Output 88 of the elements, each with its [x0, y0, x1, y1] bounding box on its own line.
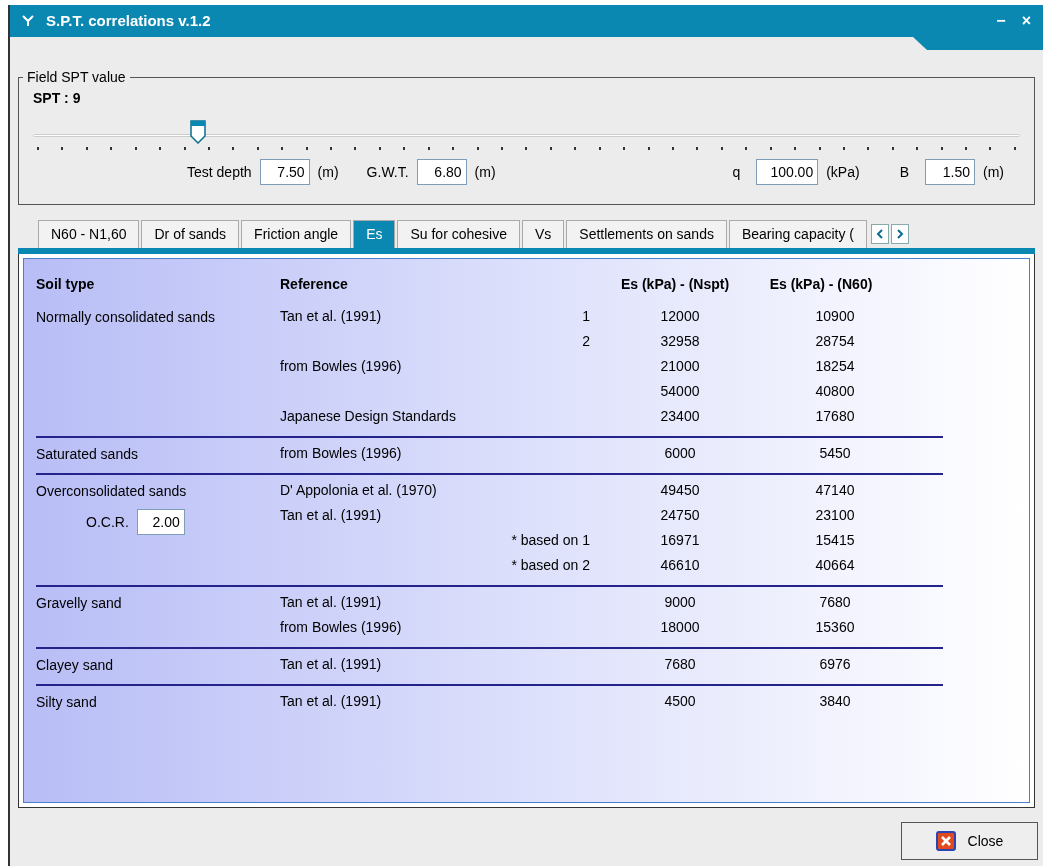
table-cell-text: 18254 — [814, 357, 856, 376]
table-cell-text: 18000 — [659, 618, 701, 637]
table-cell-text: 28754 — [814, 332, 856, 351]
number-field[interactable]: 2.00 — [136, 509, 185, 535]
scroll-right-button[interactable] — [890, 224, 909, 244]
table-cell-text: 7680 — [818, 593, 852, 612]
unit-label: (m) — [474, 162, 496, 182]
table-cell-text: 7680 — [663, 655, 697, 674]
table-cell-text: 24750 — [659, 506, 701, 525]
tab[interactable]: N60 - N1,60 — [38, 220, 140, 248]
number-field[interactable]: 1.50 — [925, 159, 975, 185]
column-header: Es (kPa) - (N60) — [768, 274, 874, 294]
unit-label: (kPa) — [826, 162, 860, 182]
table-cell-text: 16971 — [659, 531, 701, 550]
table-cell-text: 40800 — [814, 382, 856, 401]
tab[interactable]: Bearing capacity ( — [728, 220, 867, 248]
tab[interactable]: Vs — [521, 220, 565, 248]
unit-label: (m) — [983, 162, 1004, 182]
soil-type: Saturated sands — [36, 445, 139, 464]
input-label: G.W.T. — [366, 162, 409, 182]
number-field[interactable]: 7.50 — [259, 159, 310, 185]
spt-slider[interactable] — [33, 117, 1020, 153]
tab[interactable]: Es — [353, 220, 396, 248]
table-cell-text: 46610 — [659, 556, 701, 575]
close-window-button[interactable]: × — [1021, 9, 1031, 33]
table-cell-text: 47140 — [814, 481, 856, 500]
ocr-label: O.C.R. — [86, 512, 129, 532]
soil-type: Clayey sand — [36, 656, 115, 675]
column-header: Reference — [280, 274, 349, 294]
table-cell-text: 3840 — [818, 692, 852, 711]
soil-type: Gravelly sand — [36, 594, 123, 613]
reference: Japanese Design Standards — [280, 407, 457, 426]
app-icon — [22, 15, 34, 27]
column-header: Soil type — [36, 274, 96, 294]
window-title: S.P.T. correlations v.1.2 — [46, 10, 211, 31]
tab[interactable]: Friction angle — [241, 220, 352, 248]
column-header: Es (kPa) - (Nspt) — [620, 274, 730, 294]
input-label: Test depth — [187, 162, 252, 182]
table-cell-text: 6976 — [818, 655, 852, 674]
reference: Tan et al. (1991) — [280, 307, 383, 326]
group-legend: Field SPT value — [23, 67, 130, 88]
reference: from Bowles (1996) — [280, 444, 403, 463]
reference: Tan et al. (1991) — [280, 655, 383, 674]
close-button[interactable]: Close — [901, 822, 1038, 860]
tab[interactable]: Settlements on sands — [566, 220, 727, 248]
reference: from Bowles (1996) — [280, 357, 403, 376]
input-label: B — [899, 162, 909, 182]
soil-type: Silty sand — [36, 693, 98, 712]
tab[interactable]: Su for cohesive — [397, 220, 520, 248]
reference: Tan et al. (1991) — [280, 506, 383, 525]
number-field[interactable]: 6.80 — [416, 159, 467, 185]
table-cell-text: 4500 — [663, 692, 697, 711]
note: 1 — [581, 307, 590, 326]
table-cell-text: 32958 — [659, 332, 701, 351]
soil-type: Overconsolidated sands — [36, 482, 188, 501]
table-cell-text: 40664 — [814, 556, 856, 575]
reference: Tan et al. (1991) — [280, 692, 383, 711]
table-cell-text: 10900 — [814, 307, 856, 326]
table-cell-text: 21000 — [659, 357, 701, 376]
table-cell-text: 49450 — [659, 481, 701, 500]
table-cell-text: 15415 — [814, 531, 856, 550]
note: * based on 2 — [510, 556, 590, 575]
scroll-left-button[interactable] — [870, 224, 889, 244]
unit-label: (m) — [317, 162, 339, 182]
table-cell-text: 17680 — [814, 407, 856, 426]
chevron-left-icon — [875, 229, 884, 239]
input-label: q — [732, 162, 741, 182]
chevron-right-icon — [895, 229, 904, 239]
table-cell-text: 6000 — [663, 444, 697, 463]
tab[interactable]: Dr of sands — [141, 220, 240, 248]
reference: from Bowles (1996) — [280, 618, 403, 637]
table-cell-text: 9000 — [663, 593, 697, 612]
reference: Tan et al. (1991) — [280, 593, 383, 612]
slider-thumb[interactable] — [189, 120, 206, 144]
reference: D' Appolonia et al. (1970) — [280, 481, 438, 500]
table-cell-text: 54000 — [659, 382, 701, 401]
table-cell-text: 23400 — [659, 407, 701, 426]
soil-type: Normally consolidated sands — [36, 308, 216, 327]
table-cell-text: 5450 — [818, 444, 852, 463]
minimize-button[interactable]: − — [996, 9, 1006, 33]
close-icon — [935, 831, 956, 851]
table-cell-text: 12000 — [659, 307, 701, 326]
note: * based on 1 — [510, 531, 590, 550]
spt-value: SPT : 9 — [33, 89, 82, 108]
table-cell-text: 23100 — [814, 506, 856, 525]
note: 2 — [581, 332, 590, 351]
number-field[interactable]: 100.00 — [756, 159, 819, 185]
table-cell-text: 15360 — [814, 618, 856, 637]
